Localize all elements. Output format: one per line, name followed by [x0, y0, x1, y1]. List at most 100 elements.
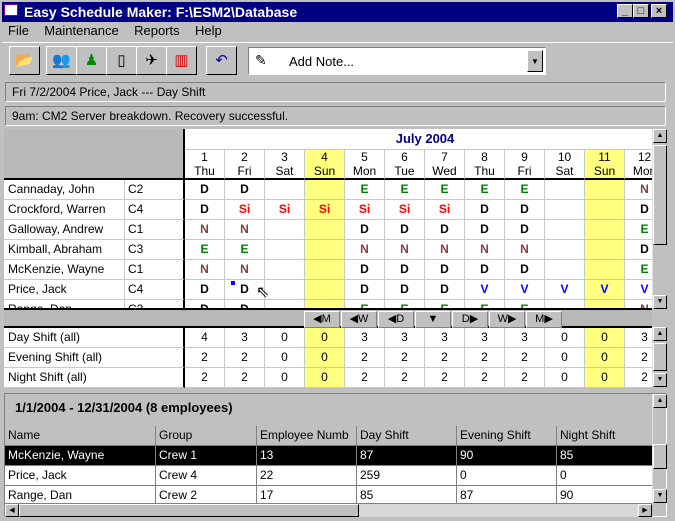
shift-cell[interactable]: E: [425, 180, 465, 200]
prev-week-button[interactable]: ◀W: [341, 311, 377, 328]
shift-cell[interactable]: Si: [225, 200, 265, 220]
day-header[interactable]: 10 Sat: [545, 150, 585, 180]
shift-cell[interactable]: D: [185, 200, 225, 220]
column-header[interactable]: Night Shift: [557, 426, 653, 446]
day-header[interactable]: 11 Sun: [585, 150, 625, 180]
shift-cell[interactable]: D: [505, 220, 545, 240]
shift-cell[interactable]: [265, 260, 305, 280]
device-button[interactable]: ▯: [106, 46, 137, 75]
shift-cell[interactable]: V: [585, 280, 625, 300]
employee-name[interactable]: Price, Jack: [4, 280, 125, 300]
next-week-button[interactable]: W▶: [489, 311, 525, 328]
menu-help[interactable]: Help: [189, 22, 228, 40]
shift-cell[interactable]: N: [185, 220, 225, 240]
scroll-thumb[interactable]: [653, 145, 667, 245]
shift-cell[interactable]: Si: [305, 200, 345, 220]
scroll-down-button[interactable]: ▼: [653, 373, 667, 387]
shift-cell[interactable]: E: [385, 180, 425, 200]
shift-cell[interactable]: N: [385, 240, 425, 260]
scroll-up-button[interactable]: ▲: [653, 129, 667, 143]
column-header[interactable]: Employee Numb: [257, 426, 357, 446]
summary-cell[interactable]: 85: [557, 446, 653, 466]
shift-cell[interactable]: V: [505, 280, 545, 300]
totals-scrollbar[interactable]: ▲ ▼: [652, 327, 667, 387]
employee-name[interactable]: McKenzie, Wayne: [4, 260, 125, 280]
shift-cell[interactable]: [305, 180, 345, 200]
column-header[interactable]: Name: [5, 426, 156, 446]
summary-cell[interactable]: 0: [557, 466, 653, 486]
shift-cell[interactable]: D: [345, 260, 385, 280]
shift-cell[interactable]: [265, 240, 305, 260]
employee-name[interactable]: Kimball, Abraham: [4, 240, 125, 260]
column-header[interactable]: Evening Shift: [457, 426, 557, 446]
summary-cell[interactable]: 90: [457, 446, 557, 466]
employee-name[interactable]: Crockford, Warren: [4, 200, 125, 220]
open-button[interactable]: 📂: [9, 46, 40, 75]
menu-maintenance[interactable]: Maintenance: [38, 22, 124, 40]
summary-cell[interactable]: Crew 4: [156, 466, 257, 486]
shift-cell[interactable]: V: [545, 280, 585, 300]
shift-cell[interactable]: D: [425, 260, 465, 280]
shift-cell[interactable]: D: [385, 220, 425, 240]
summary-cell[interactable]: McKenzie, Wayne: [5, 446, 156, 466]
shift-cell[interactable]: D: [505, 200, 545, 220]
vacation-button[interactable]: ✈: [136, 46, 167, 75]
summary-cell[interactable]: 87: [357, 446, 457, 466]
shift-cell[interactable]: [305, 220, 345, 240]
shift-cell[interactable]: D: [385, 260, 425, 280]
shift-cell[interactable]: N: [505, 240, 545, 260]
shift-cell[interactable]: N: [345, 240, 385, 260]
shift-cell[interactable]: [265, 280, 305, 300]
schedule-scrollbar[interactable]: ▲ ▼: [652, 129, 667, 309]
next-day-button[interactable]: D▶: [452, 311, 488, 328]
day-header[interactable]: 4 Sun: [305, 150, 345, 180]
shift-cell[interactable]: Si: [345, 200, 385, 220]
day-header[interactable]: 6 Tue: [385, 150, 425, 180]
summary-cell[interactable]: 22: [257, 466, 357, 486]
prev-day-button[interactable]: ◀D: [378, 311, 414, 328]
shift-cell[interactable]: [305, 280, 345, 300]
shift-cell[interactable]: N: [425, 240, 465, 260]
summary-hscrollbar[interactable]: ◀ ▶: [5, 504, 652, 517]
shift-cell[interactable]: D: [625, 240, 652, 260]
summary-cell[interactable]: 17: [257, 486, 357, 504]
scroll-thumb[interactable]: [653, 343, 667, 371]
day-header[interactable]: 1 Thu: [185, 150, 225, 180]
employee-name[interactable]: Cannaday, John: [4, 180, 125, 200]
report-chart-button[interactable]: ▥: [166, 46, 197, 75]
shift-cell[interactable]: N: [225, 220, 265, 240]
shift-cell[interactable]: E: [625, 220, 652, 240]
shift-cell[interactable]: [585, 200, 625, 220]
staff-button[interactable]: 👥: [46, 46, 77, 75]
maximize-button[interactable]: □: [633, 4, 649, 18]
shift-cell[interactable]: [305, 240, 345, 260]
shift-cell[interactable]: D: [465, 220, 505, 240]
shift-cell[interactable]: [545, 240, 585, 260]
shift-cell[interactable]: N: [225, 260, 265, 280]
add-note-dropdown[interactable]: ✎ Add Note... ▼: [248, 47, 546, 75]
shift-cell[interactable]: N: [185, 260, 225, 280]
shift-cell[interactable]: D: [185, 280, 225, 300]
shift-cell[interactable]: D: [425, 280, 465, 300]
shift-cell[interactable]: D: [345, 220, 385, 240]
scroll-down-button[interactable]: ▼: [653, 489, 667, 503]
shift-cell[interactable]: [545, 260, 585, 280]
summary-cell[interactable]: Range, Dan: [5, 486, 156, 504]
shift-cell[interactable]: [585, 180, 625, 200]
day-header[interactable]: 5 Mon: [345, 150, 385, 180]
shift-cell[interactable]: E: [185, 240, 225, 260]
shift-cell[interactable]: E: [345, 180, 385, 200]
shift-cell[interactable]: D: [625, 200, 652, 220]
go-today-button[interactable]: ▼: [415, 311, 451, 328]
column-header[interactable]: Group: [156, 426, 257, 446]
shift-cell[interactable]: D: [505, 260, 545, 280]
shift-cell[interactable]: [585, 240, 625, 260]
employee-button[interactable]: ♟: [76, 46, 107, 75]
day-header[interactable]: 8 Thu: [465, 150, 505, 180]
shift-cell[interactable]: V: [625, 280, 652, 300]
shift-cell[interactable]: E: [505, 180, 545, 200]
shift-cell[interactable]: D: [345, 280, 385, 300]
day-header[interactable]: 9 Fri: [505, 150, 545, 180]
scroll-up-button[interactable]: ▲: [653, 327, 667, 341]
scroll-up-button[interactable]: ▲: [653, 394, 667, 408]
